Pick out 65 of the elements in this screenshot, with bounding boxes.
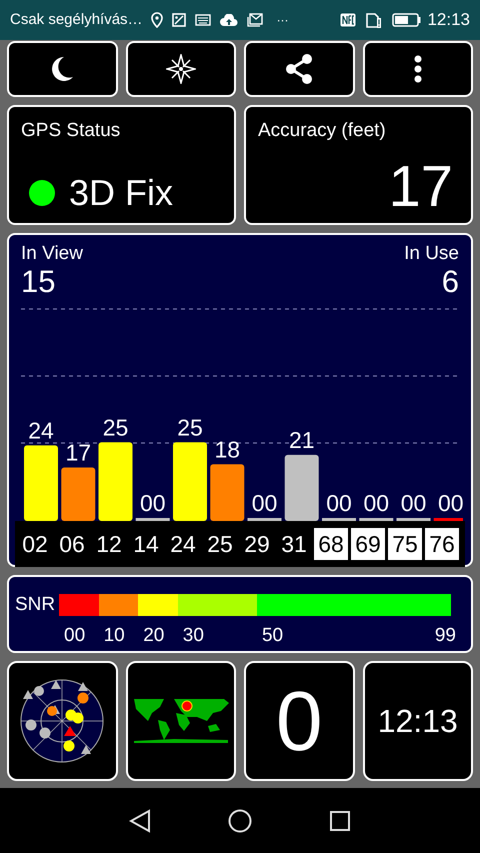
clock-text: 12:13 xyxy=(427,9,470,32)
in-use-count: 6 xyxy=(442,265,459,299)
satellite-id: 68 xyxy=(314,528,348,560)
more-notifications-text: ··· xyxy=(276,12,289,29)
sky-view-tile[interactable] xyxy=(7,661,118,781)
satellite-id: 02 xyxy=(21,530,49,559)
night-mode-button[interactable] xyxy=(7,41,118,97)
nfc-icon xyxy=(340,13,356,27)
satellite-id: 12 xyxy=(95,530,123,559)
bar-value-label: 18 xyxy=(214,436,240,462)
satellite-id: 06 xyxy=(58,530,86,559)
scale-tick-label: 00 xyxy=(64,624,86,648)
carrier-text: Csak segélyhívás… xyxy=(10,10,143,30)
world-map-tile[interactable] xyxy=(126,661,236,781)
scale-tick-label: 30 xyxy=(182,624,204,648)
scale-tick-label: 50 xyxy=(262,624,284,648)
bar-value-label: 00 xyxy=(140,490,166,516)
fix-status-text: 3D Fix xyxy=(69,170,174,214)
snr-label: SNR xyxy=(15,593,56,617)
cloud-upload-icon xyxy=(220,14,238,26)
satellite-id: 14 xyxy=(132,530,160,559)
location-icon xyxy=(150,12,163,28)
accuracy-value: 17 xyxy=(388,158,453,216)
bar-value-label: 17 xyxy=(65,439,92,466)
satellite-id: 69 xyxy=(351,528,385,560)
in-use-label: In Use xyxy=(404,243,459,265)
bar-value-label: 25 xyxy=(102,414,128,440)
scale-tick-label: 20 xyxy=(143,624,164,648)
satellite-id: 24 xyxy=(169,530,197,559)
scale-tick-label: 10 xyxy=(104,624,125,648)
satellite-id: 31 xyxy=(280,530,308,559)
mail-icon xyxy=(246,13,263,27)
satellite-id: 75 xyxy=(388,528,422,560)
battery-icon xyxy=(392,13,422,27)
home-icon[interactable] xyxy=(228,808,252,832)
satellite-id: 25 xyxy=(206,530,234,559)
compass-icon xyxy=(166,54,196,84)
bar-value-label: 21 xyxy=(288,426,315,453)
image-icon xyxy=(172,13,186,27)
compass-button[interactable] xyxy=(126,41,236,97)
bar-value-label: 00 xyxy=(326,490,352,516)
card-title: GPS Status xyxy=(21,119,122,143)
bar-value-label: 00 xyxy=(363,490,390,516)
satellite-id: 29 xyxy=(243,530,271,559)
sim-alert-icon xyxy=(366,12,382,28)
bar-value-label: 00 xyxy=(252,490,278,516)
clock-tile[interactable]: 12:13 xyxy=(362,661,473,781)
scale-tick-label: 99 xyxy=(434,624,456,648)
satellite-id: 76 xyxy=(425,528,459,560)
bar-value-label: 24 xyxy=(28,417,54,444)
in-view-count: 15 xyxy=(21,265,56,299)
back-icon[interactable] xyxy=(128,808,151,832)
in-view-label: In View xyxy=(21,243,83,265)
bar-value-label: 00 xyxy=(438,490,463,516)
bar-value-label: 25 xyxy=(177,414,203,440)
card-title: Accuracy (feet) xyxy=(258,119,387,143)
share-icon xyxy=(284,53,314,85)
bar-value-label: 00 xyxy=(400,490,426,516)
keyboard-icon xyxy=(194,14,211,26)
share-button[interactable] xyxy=(244,41,354,97)
recents-icon[interactable] xyxy=(329,810,352,832)
count-tile[interactable]: 0 xyxy=(244,661,354,781)
menu-button[interactable] xyxy=(362,41,473,97)
more-icon xyxy=(414,55,422,83)
moon-icon xyxy=(50,56,74,82)
